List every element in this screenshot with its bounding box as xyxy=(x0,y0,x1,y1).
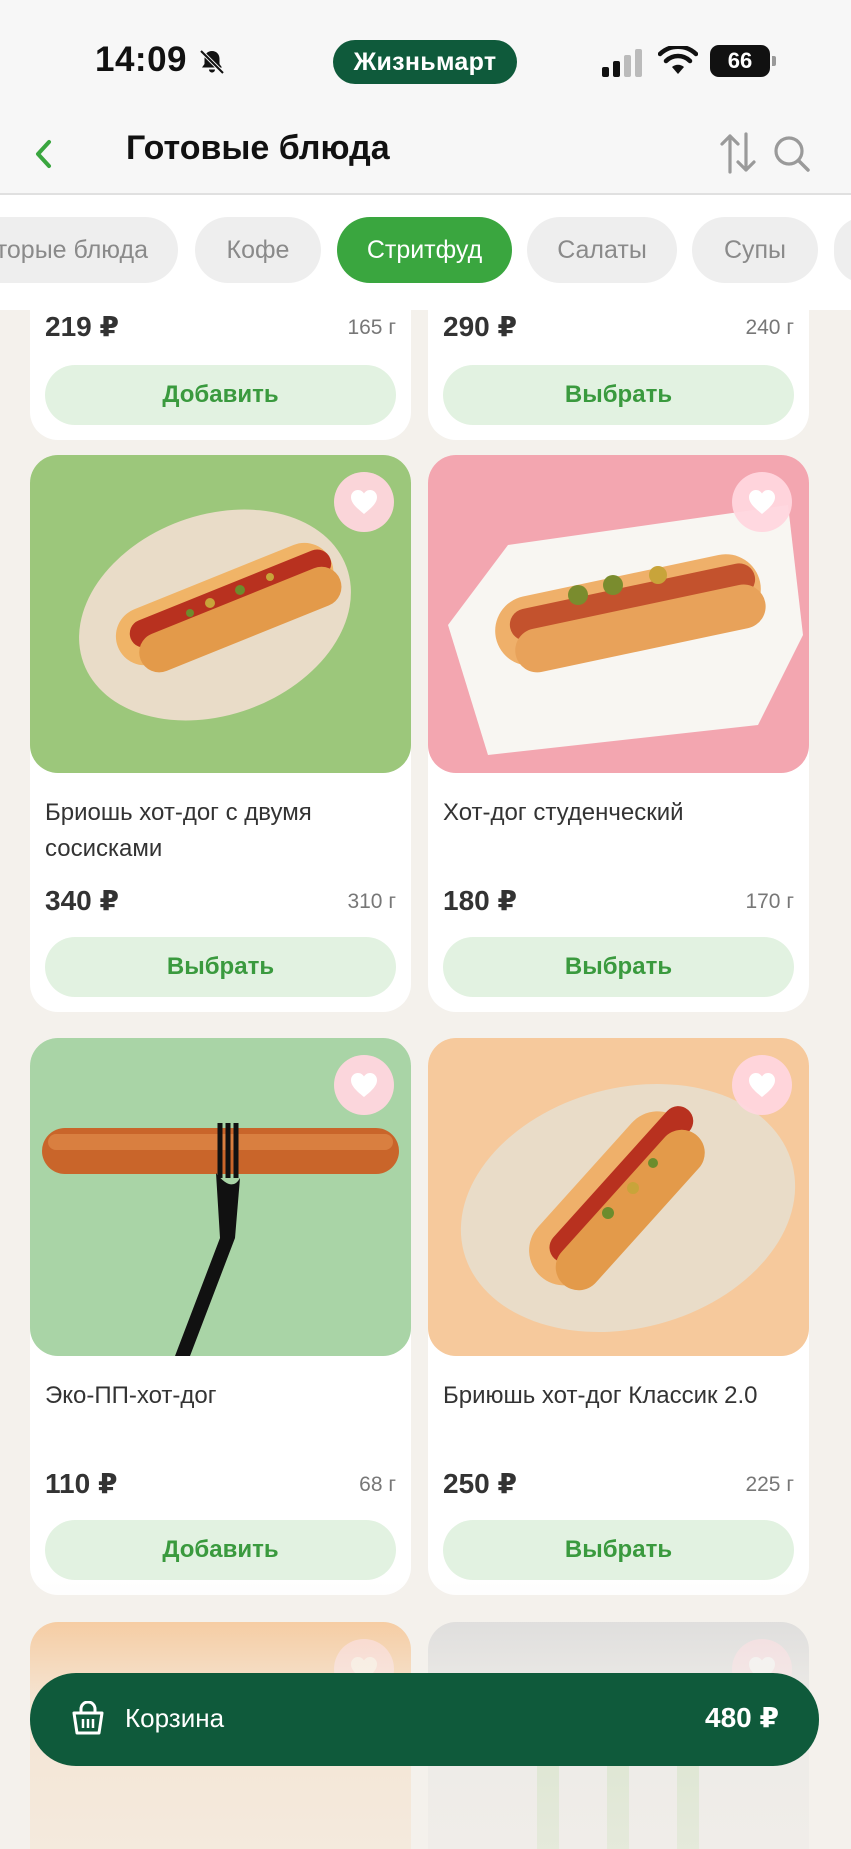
product-card[interactable]: Эко-ПП-хот-дог 110 ₽ 68 г Добавить xyxy=(30,1038,411,1595)
favorite-button[interactable] xyxy=(334,472,394,532)
product-image xyxy=(428,1038,809,1356)
page-header: Готовые блюда xyxy=(0,125,851,193)
product-weight: 225 г xyxy=(745,1473,794,1496)
heart-icon xyxy=(351,490,377,514)
product-price: 219 ₽ xyxy=(45,311,119,342)
product-price: 180 ₽ xyxy=(443,885,517,916)
tab-salads[interactable]: Салаты xyxy=(527,217,677,283)
heart-icon xyxy=(749,490,775,514)
back-button[interactable] xyxy=(22,130,66,178)
product-card[interactable]: Бриошь хот-дог с двумя сосисками 340 ₽ 3… xyxy=(30,455,411,1012)
product-image xyxy=(30,1038,411,1356)
product-weight: 170 г xyxy=(745,890,794,913)
product-card[interactable]: Бриюшь хот-дог Классик 2.0 250 ₽ 225 г В… xyxy=(428,1038,809,1595)
product-image xyxy=(30,455,411,773)
product-name: Бриюшь хот-дог Классик 2.0 xyxy=(443,1382,758,1409)
chevron-left-icon xyxy=(36,140,51,168)
product-weight: 165 г xyxy=(347,316,396,339)
product-name: Бриошь хот-дог с двумя сосисками xyxy=(45,799,312,862)
favorite-button[interactable] xyxy=(732,1055,792,1115)
cart-label: Корзина xyxy=(125,1703,225,1733)
status-time: 14:09 xyxy=(95,40,188,79)
wifi-icon xyxy=(658,46,698,74)
product-image xyxy=(428,455,809,773)
category-tabs: Вторые блюда Кофе Стритфуд Салаты Супы xyxy=(0,195,851,310)
product-price: 290 ₽ xyxy=(443,311,517,342)
cart-bar[interactable]: Корзина 480 ₽ xyxy=(30,1673,819,1766)
add-button[interactable]: Добавить xyxy=(45,1520,396,1580)
heart-icon xyxy=(351,1073,377,1097)
select-button[interactable]: Выбрать xyxy=(443,1520,794,1580)
tab-main-dishes[interactable]: Вторые блюда xyxy=(0,217,178,283)
search-icon[interactable] xyxy=(770,130,814,178)
select-button[interactable]: Выбрать xyxy=(443,937,794,997)
select-button[interactable]: Выбрать xyxy=(45,937,396,997)
bell-muted-icon xyxy=(199,49,225,75)
status-bar: 14:09 Жизньмарт 66 xyxy=(0,0,851,125)
tab-coffee[interactable]: Кофе xyxy=(195,217,321,283)
tab-streetfood[interactable]: Стритфуд xyxy=(337,217,512,283)
page-title: Готовые блюда xyxy=(126,129,390,167)
basket-icon xyxy=(72,1701,104,1735)
favorite-button[interactable] xyxy=(334,1055,394,1115)
tab-next[interactable] xyxy=(834,217,851,283)
product-weight: 240 г xyxy=(745,316,794,339)
brand-pill: Жизньмарт xyxy=(333,40,517,84)
heart-icon xyxy=(749,1073,775,1097)
product-weight: 68 г xyxy=(359,1473,396,1496)
product-card[interactable]: Хот-дог студенческий 180 ₽ 170 г Выбрать xyxy=(428,455,809,1012)
product-weight: 310 г xyxy=(347,890,396,913)
product-price: 110 ₽ xyxy=(45,1468,118,1499)
sort-icon[interactable] xyxy=(716,128,760,178)
product-card-partial[interactable]: 219 ₽ 165 г Добавить xyxy=(30,310,411,440)
product-name: Эко-ПП-хот-дог xyxy=(45,1382,217,1409)
product-price: 250 ₽ xyxy=(443,1468,517,1499)
cellular-signal-icon xyxy=(602,49,642,77)
cart-total: 480 ₽ xyxy=(705,1702,779,1733)
favorite-button[interactable] xyxy=(732,472,792,532)
battery-indicator: 66 xyxy=(710,45,776,77)
select-button[interactable]: Выбрать xyxy=(443,365,794,425)
product-card-partial[interactable]: 290 ₽ 240 г Выбрать xyxy=(428,310,809,440)
product-name: Хот-дог студенческий xyxy=(443,799,684,826)
product-grid: 219 ₽ 165 г Добавить 290 ₽ 240 г Выбрать xyxy=(0,310,851,1849)
product-price: 340 ₽ xyxy=(45,885,119,916)
tab-soups[interactable]: Супы xyxy=(692,217,818,283)
add-button[interactable]: Добавить xyxy=(45,365,396,425)
